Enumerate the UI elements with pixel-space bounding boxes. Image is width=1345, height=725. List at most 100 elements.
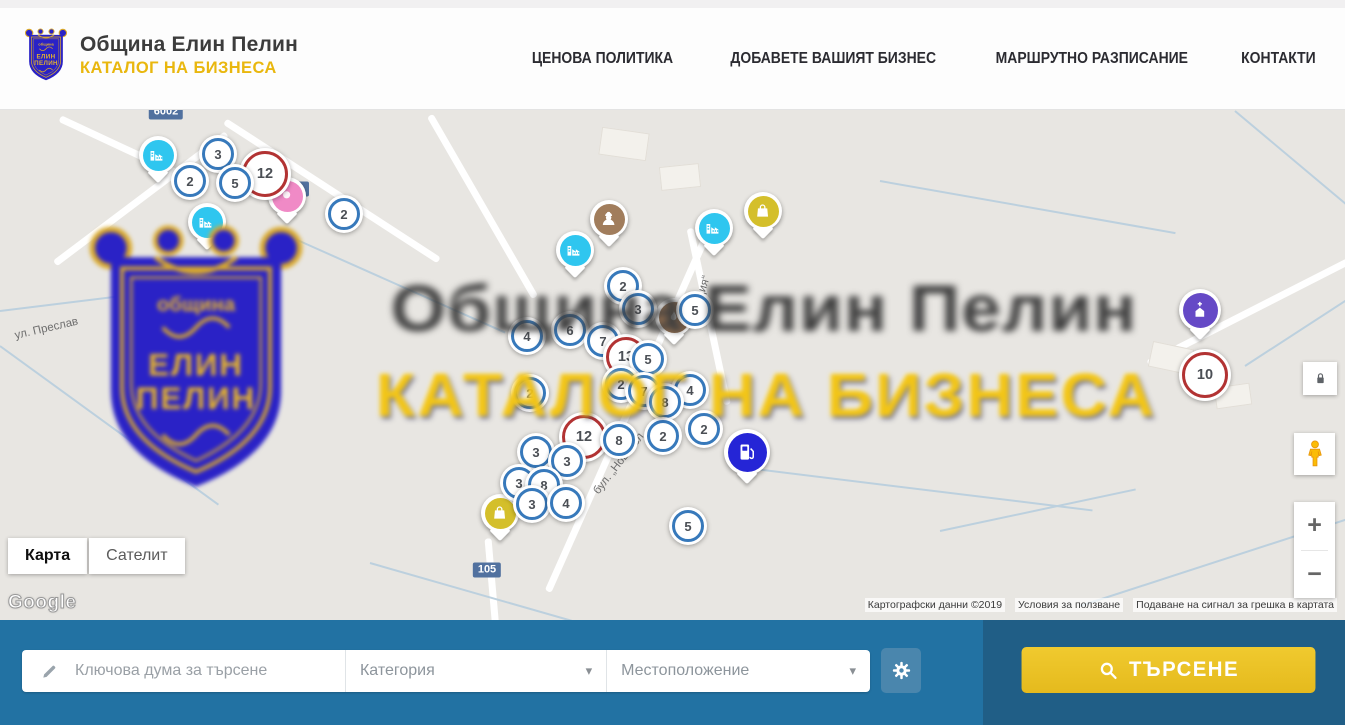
map-canvas[interactable]: 6002105ул. Преславбул. „Новоселция“ 3212…	[0, 110, 1345, 620]
cluster-count: 4	[523, 329, 530, 344]
factory-icon	[148, 145, 167, 164]
lock-button[interactable]	[1303, 362, 1337, 395]
svg-text:ПЕЛИН: ПЕЛИН	[34, 60, 58, 67]
cluster-count: 12	[257, 166, 273, 182]
map-type-controls: Карта Сателит	[8, 538, 185, 574]
cluster-count: 3	[528, 497, 535, 512]
cluster-count: 5	[644, 352, 651, 367]
search-button-label: ТЪРСЕНЕ	[1129, 658, 1239, 682]
cluster-marker[interactable]: 2	[511, 374, 549, 412]
settings-button[interactable]	[881, 648, 921, 693]
factory-icon	[704, 218, 723, 237]
google-logo[interactable]: Google	[8, 592, 76, 614]
cluster-marker[interactable]: 2	[325, 195, 363, 233]
cluster-count: 8	[615, 433, 622, 448]
category-label: Категория	[360, 662, 435, 680]
cluster-marker[interactable]: 5	[669, 507, 707, 545]
zoom-out-button[interactable]: −	[1294, 551, 1335, 599]
cluster-count: 10	[1197, 367, 1213, 383]
factory-icon	[565, 240, 584, 259]
search-submit-button[interactable]: ТЪРСЕНЕ	[1022, 647, 1316, 693]
factory-pin[interactable]	[188, 203, 226, 241]
keyword-input[interactable]	[73, 661, 345, 681]
svg-text:ЕЛИН: ЕЛИН	[37, 53, 56, 60]
header: община ЕЛИНПЕЛИН Община Елин Пелин КАТАЛО…	[0, 0, 1345, 110]
keyword-section	[22, 650, 345, 692]
page: община ЕЛИНПЕЛИН Община Елин Пелин КАТАЛО…	[0, 0, 1345, 725]
worker-pin[interactable]	[590, 200, 628, 238]
cluster-count: 2	[526, 386, 533, 401]
municipality-crest-logo: община ЕЛИНПЕЛИН	[24, 26, 68, 84]
shopping-bag-icon	[490, 503, 509, 522]
cluster-count: 3	[563, 454, 570, 469]
cluster-count: 5	[684, 519, 691, 534]
location-select[interactable]: Местоположение ▾	[606, 650, 870, 692]
map-type-map-button[interactable]: Карта	[8, 538, 87, 574]
cluster-marker[interactable]: 3	[619, 290, 657, 328]
fuel-pin[interactable]	[724, 429, 770, 475]
factory-pin[interactable]	[139, 136, 177, 174]
fuel-icon	[735, 440, 759, 464]
cluster-marker[interactable]: 2	[644, 417, 682, 455]
factory-pin[interactable]	[556, 231, 594, 269]
search-bar: Категория ▾ Местоположение ▾ ТЪРСЕНЕ	[0, 620, 1345, 725]
zoom-in-button[interactable]: +	[1294, 502, 1335, 550]
cluster-count: 2	[617, 377, 624, 392]
svg-text:община: община	[38, 41, 54, 46]
factory-pin[interactable]	[695, 209, 733, 247]
brand-text: Община Елин Пелин КАТАЛОГ НА БИЗНЕСА	[80, 32, 298, 79]
lock-icon	[1312, 370, 1329, 387]
shopping-bag-pin[interactable]	[744, 192, 782, 230]
brand[interactable]: община ЕЛИНПЕЛИН Община Елин Пелин КАТАЛО…	[24, 26, 298, 84]
category-select[interactable]: Категория ▾	[345, 650, 606, 692]
attribution-link[interactable]: Условия за ползване	[1015, 598, 1123, 612]
church-pin[interactable]	[1179, 289, 1221, 331]
cluster-count: 4	[686, 383, 693, 398]
cluster-marker[interactable]: 8	[646, 383, 684, 421]
chevron-down-icon: ▾	[849, 663, 856, 679]
cluster-marker[interactable]: 2	[171, 162, 209, 200]
gear-icon	[890, 659, 913, 682]
cluster-count: 5	[231, 176, 238, 191]
cluster-count: 3	[214, 147, 221, 162]
cluster-count: 4	[562, 496, 569, 511]
map-attribution: Картографски данни ©2019 Условия за ползв…	[865, 598, 1337, 612]
map-type-satellite-button[interactable]: Сателит	[89, 538, 184, 574]
cluster-count: 6	[566, 323, 573, 338]
cluster-count: 2	[659, 429, 666, 444]
cluster-count: 2	[186, 174, 193, 189]
nav-item-2[interactable]: ДОБАВЕТЕ ВАШИЯТ БИЗНЕС	[730, 50, 936, 68]
search-input-group: Категория ▾ Местоположение ▾	[22, 650, 870, 692]
crest-graphic: община ЕЛИНПЕЛИН	[24, 26, 68, 84]
attribution-text: Картографски данни ©2019	[865, 598, 1005, 612]
chevron-down-icon: ▾	[586, 663, 593, 679]
cluster-marker[interactable]: 8	[600, 421, 638, 459]
cluster-marker[interactable]: 5	[216, 164, 254, 202]
marker-layer: 3212522354671352274812822333834510	[0, 110, 1345, 620]
cluster-count: 3	[532, 445, 539, 460]
main-nav: ЦЕНОВА ПОЛИТИКА ДОБАВЕТЕ ВАШИЯТ БИЗНЕС МАР…	[524, 8, 1320, 109]
nav-item-1[interactable]: ЦЕНОВА ПОЛИТИКА	[532, 50, 673, 68]
nav-item-4[interactable]: КОНТАКТИ	[1241, 50, 1316, 68]
cluster-marker[interactable]: 4	[508, 317, 546, 355]
cluster-marker[interactable]: 3	[513, 485, 551, 523]
cluster-marker[interactable]: 4	[547, 484, 585, 522]
pegman-icon	[1302, 439, 1328, 469]
attribution-link[interactable]: Подаване на сигнал за грешка в картата	[1133, 598, 1337, 612]
pencil-icon	[40, 662, 59, 681]
top-strip	[0, 0, 1345, 8]
worker-icon	[599, 209, 618, 228]
cluster-count: 2	[340, 207, 347, 222]
zoom-control: + −	[1294, 502, 1335, 598]
cluster-count: 3	[634, 302, 641, 317]
factory-icon	[197, 212, 216, 231]
church-icon	[1189, 299, 1211, 321]
nav-item-3[interactable]: МАРШРУТНО РАЗПИСАНИЕ	[996, 50, 1188, 68]
search-icon	[1098, 660, 1118, 681]
brand-title: Община Елин Пелин	[80, 32, 298, 58]
pegman-button[interactable]	[1294, 433, 1335, 475]
brand-subtitle: КАТАЛОГ НА БИЗНЕСА	[80, 58, 298, 79]
cluster-marker[interactable]: 10	[1179, 349, 1231, 401]
cluster-marker[interactable]: 2	[685, 410, 723, 448]
cluster-marker[interactable]: 5	[676, 291, 714, 329]
